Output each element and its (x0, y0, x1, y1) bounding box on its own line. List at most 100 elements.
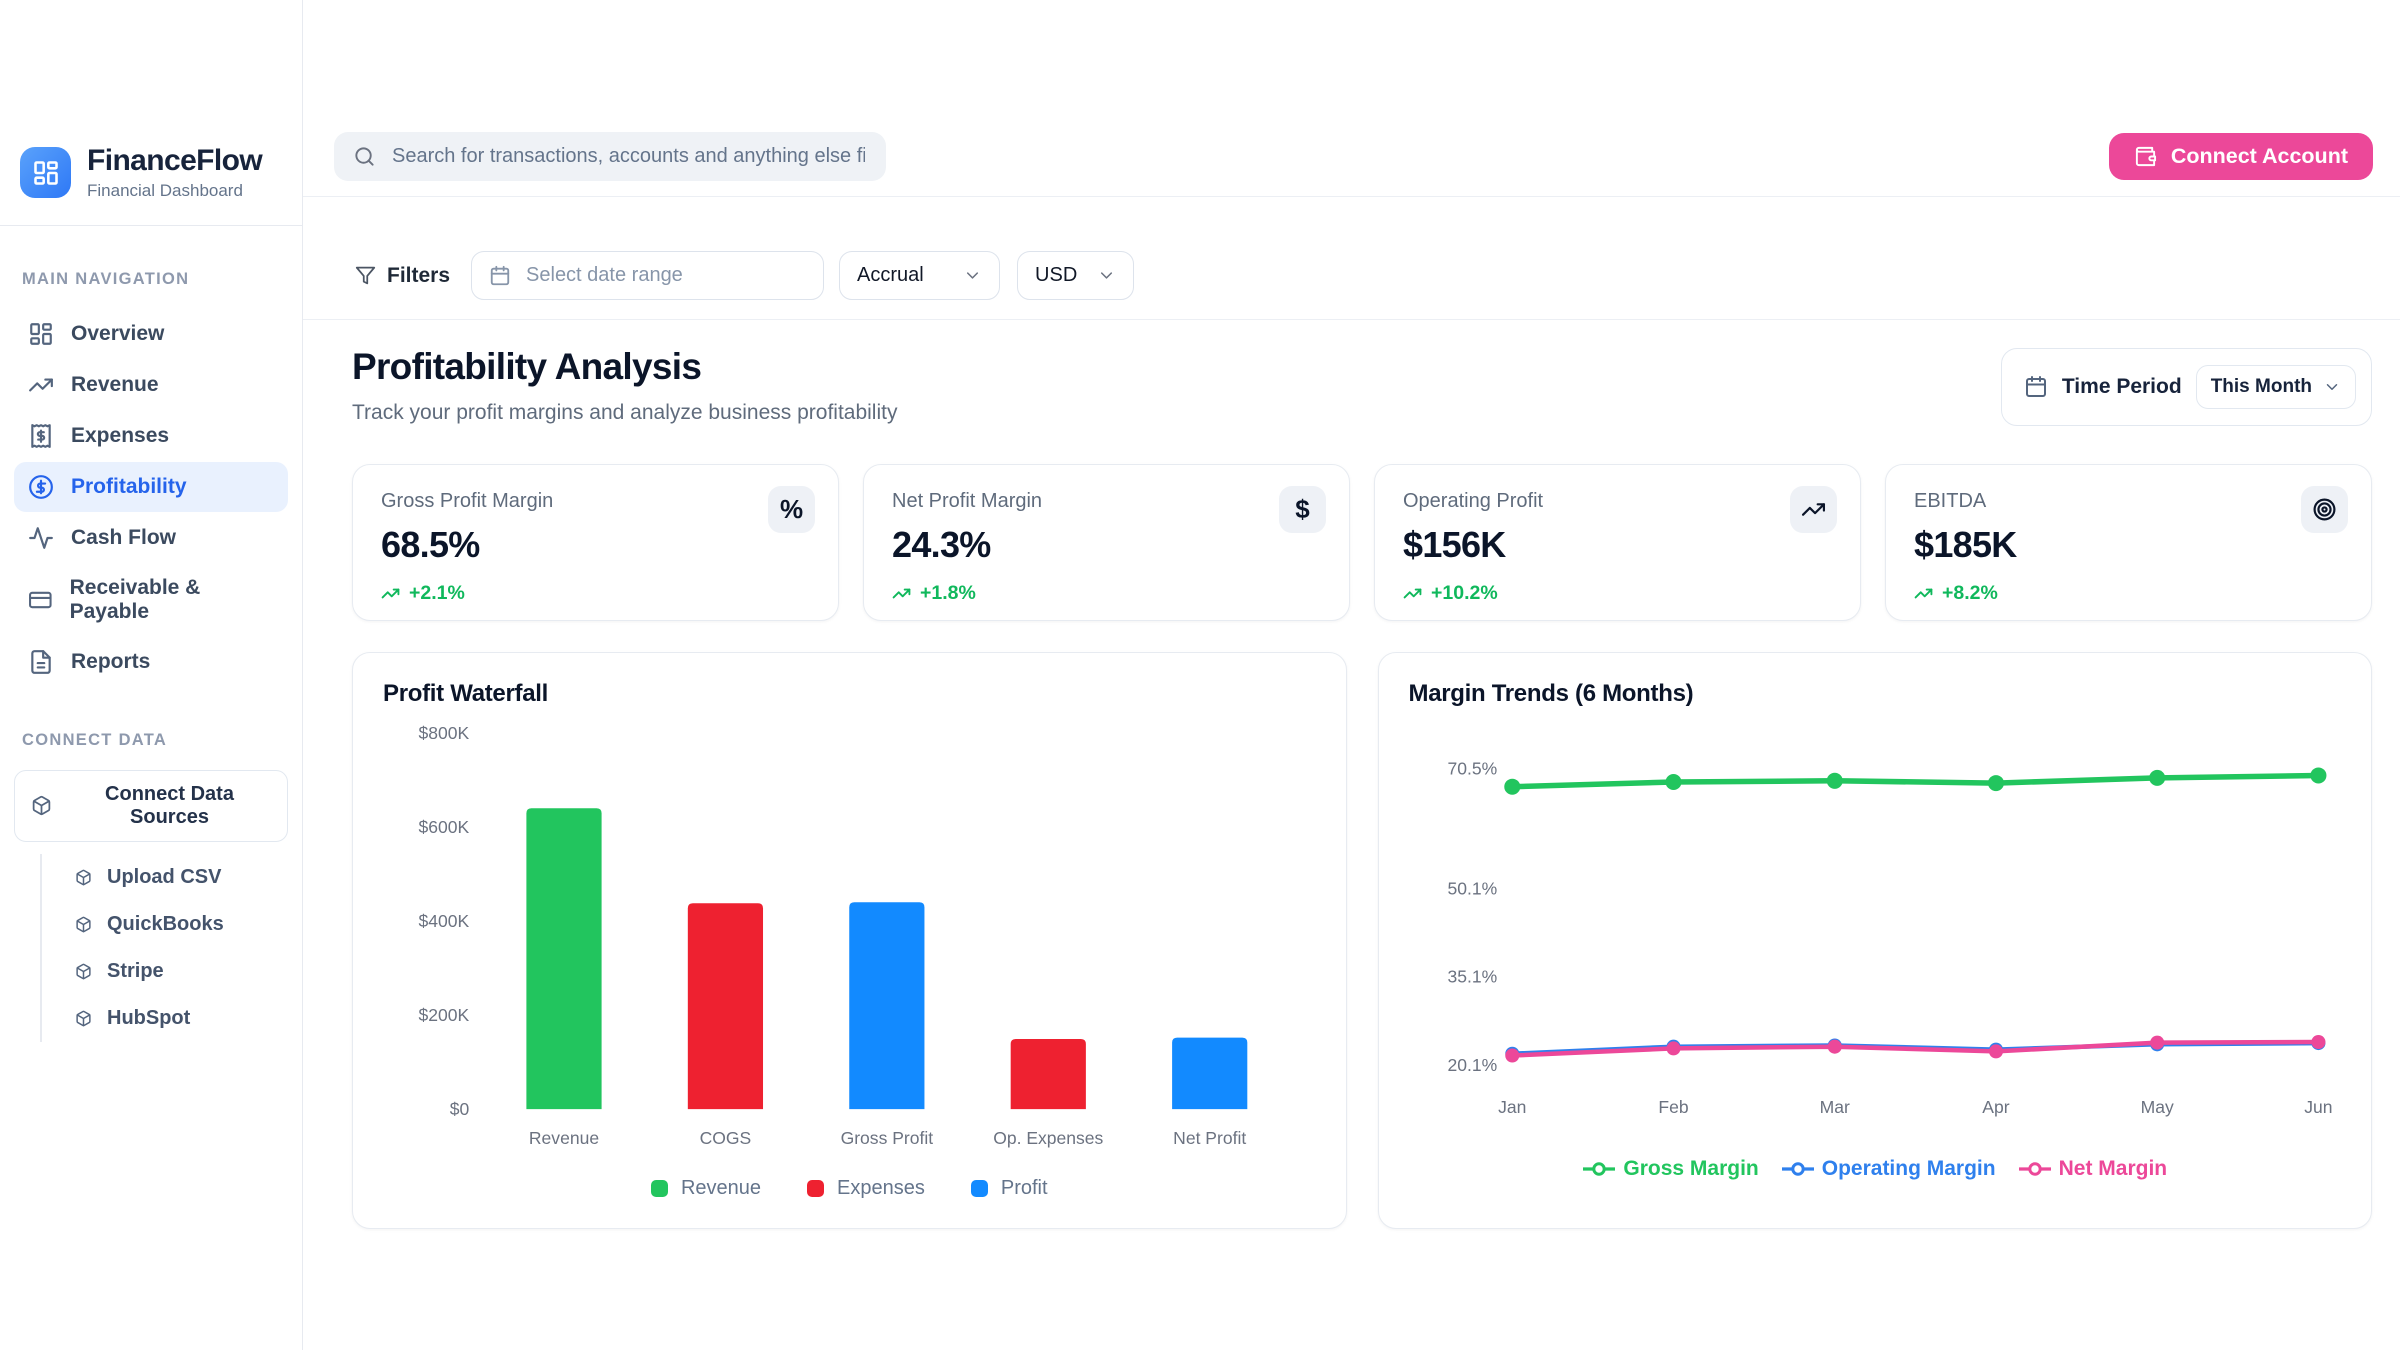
margins-x-label: Apr (1982, 1097, 2009, 1117)
margins-y-tick: 20.1% (1447, 1055, 1497, 1075)
search-input[interactable] (390, 144, 867, 169)
margins-x-label: May (2140, 1097, 2173, 1117)
margins-point-gross-margin (2149, 770, 2165, 786)
waterfall-svg: $800K$600K$400K$200K$0RevenueCOGSGross P… (383, 708, 1316, 1167)
kpi-change: +1.8% (892, 582, 1321, 605)
sidebar-item-reports[interactable]: Reports (14, 637, 288, 687)
box-icon (75, 963, 92, 980)
kpi-value: $156K (1403, 524, 1832, 566)
waterfall-legend-item-profit: Profit (971, 1177, 1048, 1200)
sidebar-item-profitability[interactable]: Profitability (14, 462, 288, 512)
chevron-down-icon (2323, 378, 2341, 396)
page-subtitle: Track your profit margins and analyze bu… (352, 401, 897, 425)
trending-up-icon (1914, 584, 1933, 603)
kpi-card-operating-profit: Operating Profit$156K+10.2% (1374, 464, 1861, 621)
connect-item-stripe[interactable]: Stripe (42, 948, 288, 995)
filters-label: Filters (387, 264, 450, 288)
sidebar-item-expenses[interactable]: Expenses (14, 411, 288, 461)
connect-item-quickbooks[interactable]: QuickBooks (42, 901, 288, 948)
margins-x-label: Jun (2304, 1097, 2332, 1117)
margins-point-gross-margin (1665, 774, 1681, 790)
connect-data-sources-button[interactable]: Connect Data Sources (14, 770, 288, 842)
currency-select[interactable]: USD (1017, 251, 1134, 300)
search-icon (353, 145, 376, 168)
margins-x-label: Feb (1658, 1097, 1688, 1117)
kpi-change: +10.2% (1403, 582, 1832, 605)
app-root: FinanceFlow Financial Dashboard MAIN NAV… (0, 0, 2400, 1350)
sidebar-item-revenue[interactable]: Revenue (14, 360, 288, 410)
kpi-title: Net Profit Margin (892, 490, 1321, 513)
search-input-wrapper (334, 132, 886, 181)
dollar-circle-icon (28, 474, 54, 500)
margin-trends-panel: Margin Trends (6 Months) 70.5%50.1%35.1%… (1378, 652, 2373, 1229)
kpi-value: 68.5% (381, 524, 810, 566)
main-area: Connect Account Filters Accrual USD (303, 0, 2400, 1350)
margins-point-gross-margin (1504, 779, 1520, 795)
accounting-basis-select[interactable]: Accrual (839, 251, 1000, 300)
connect-item-hubspot[interactable]: HubSpot (42, 995, 288, 1042)
margins-point-net-margin (2311, 1035, 2325, 1049)
waterfall-y-tick: $400K (419, 911, 470, 931)
grid-icon (28, 321, 54, 347)
time-period-label: Time Period (2062, 375, 2182, 399)
topbar: Connect Account (303, 0, 2400, 197)
page-head: Profitability Analysis Track your profit… (352, 346, 2372, 426)
box-icon (75, 1010, 92, 1027)
margin-trends-legend: Gross MarginOperating MarginNet Margin (1409, 1157, 2342, 1181)
margins-point-net-margin (1988, 1044, 2002, 1058)
box-icon (31, 795, 52, 816)
waterfall-bar-op-expenses (1011, 1039, 1086, 1109)
wallet-icon (2134, 145, 2157, 168)
margins-point-net-margin (1827, 1040, 1841, 1054)
margins-point-gross-margin (1987, 775, 2003, 791)
percent-icon: % (768, 486, 815, 533)
target-icon (2312, 497, 2337, 522)
connect-item-label: Stripe (107, 960, 164, 983)
date-range-input[interactable] (524, 263, 806, 288)
waterfall-chart: $800K$600K$400K$200K$0RevenueCOGSGross P… (383, 708, 1316, 1167)
waterfall-y-tick: $800K (419, 723, 470, 743)
margin-trends-svg: 70.5%50.1%35.1%20.1%JanFebMarAprMayJun (1409, 708, 2342, 1137)
connect-item-upload-csv[interactable]: Upload CSV (42, 854, 288, 901)
legend-line-marker-icon (2018, 1161, 2052, 1177)
kpi-title: EBITDA (1914, 490, 2343, 513)
brand-subtitle: Financial Dashboard (87, 181, 262, 201)
margins-legend-item-gross-margin: Gross Margin (1582, 1157, 1758, 1181)
waterfall-legend-item-revenue: Revenue (651, 1177, 761, 1200)
accounting-basis-value: Accrual (857, 264, 924, 287)
legend-swatch (971, 1180, 988, 1197)
waterfall-bar-net-profit (1172, 1038, 1247, 1109)
margin-trends-chart: 70.5%50.1%35.1%20.1%JanFebMarAprMayJun (1409, 708, 2342, 1137)
legend-swatch (651, 1180, 668, 1197)
connect-data-sources-list: Upload CSVQuickBooks Stripe HubSpot (40, 854, 288, 1042)
sidebar-item-label: Cash Flow (71, 526, 176, 550)
legend-swatch (807, 1180, 824, 1197)
time-period-value: This Month (2211, 376, 2312, 398)
filters-button[interactable]: Filters (355, 264, 450, 288)
kpi-card-gross-profit-margin: Gross Profit Margin%68.5%+2.1% (352, 464, 839, 621)
waterfall-x-label: Op. Expenses (993, 1128, 1103, 1148)
trending-up-icon (1801, 497, 1826, 522)
connect-item-label: HubSpot (107, 1007, 190, 1030)
activity-icon (28, 525, 54, 551)
sidebar-item-overview[interactable]: Overview (14, 309, 288, 359)
kpi-card-net-profit-margin: Net Profit Margin$24.3%+1.8% (863, 464, 1350, 621)
waterfall-chart-title: Profit Waterfall (383, 680, 1316, 708)
target-icon (2301, 486, 2348, 533)
currency-value: USD (1035, 264, 1077, 287)
waterfall-x-label: Revenue (529, 1128, 599, 1148)
connect-account-button[interactable]: Connect Account (2109, 133, 2373, 180)
waterfall-x-label: Net Profit (1173, 1128, 1246, 1148)
sidebar-item-label: Profitability (71, 475, 187, 499)
sidebar-item-label: Overview (71, 322, 164, 346)
connect-section-label: CONNECT DATA (22, 731, 288, 750)
sidebar-item-cash-flow[interactable]: Cash Flow (14, 513, 288, 563)
funnel-icon (355, 265, 376, 286)
margin-trends-title: Margin Trends (6 Months) (1409, 680, 2342, 708)
filter-bar: Filters Accrual USD (303, 197, 2400, 320)
margins-x-label: Mar (1819, 1097, 1849, 1117)
kpi-change: +8.2% (1914, 582, 2343, 605)
time-period-select[interactable]: This Month (2196, 365, 2356, 409)
sidebar-item-receivable-payable[interactable]: Receivable & Payable (14, 564, 288, 636)
margins-y-tick: 35.1% (1447, 967, 1497, 987)
